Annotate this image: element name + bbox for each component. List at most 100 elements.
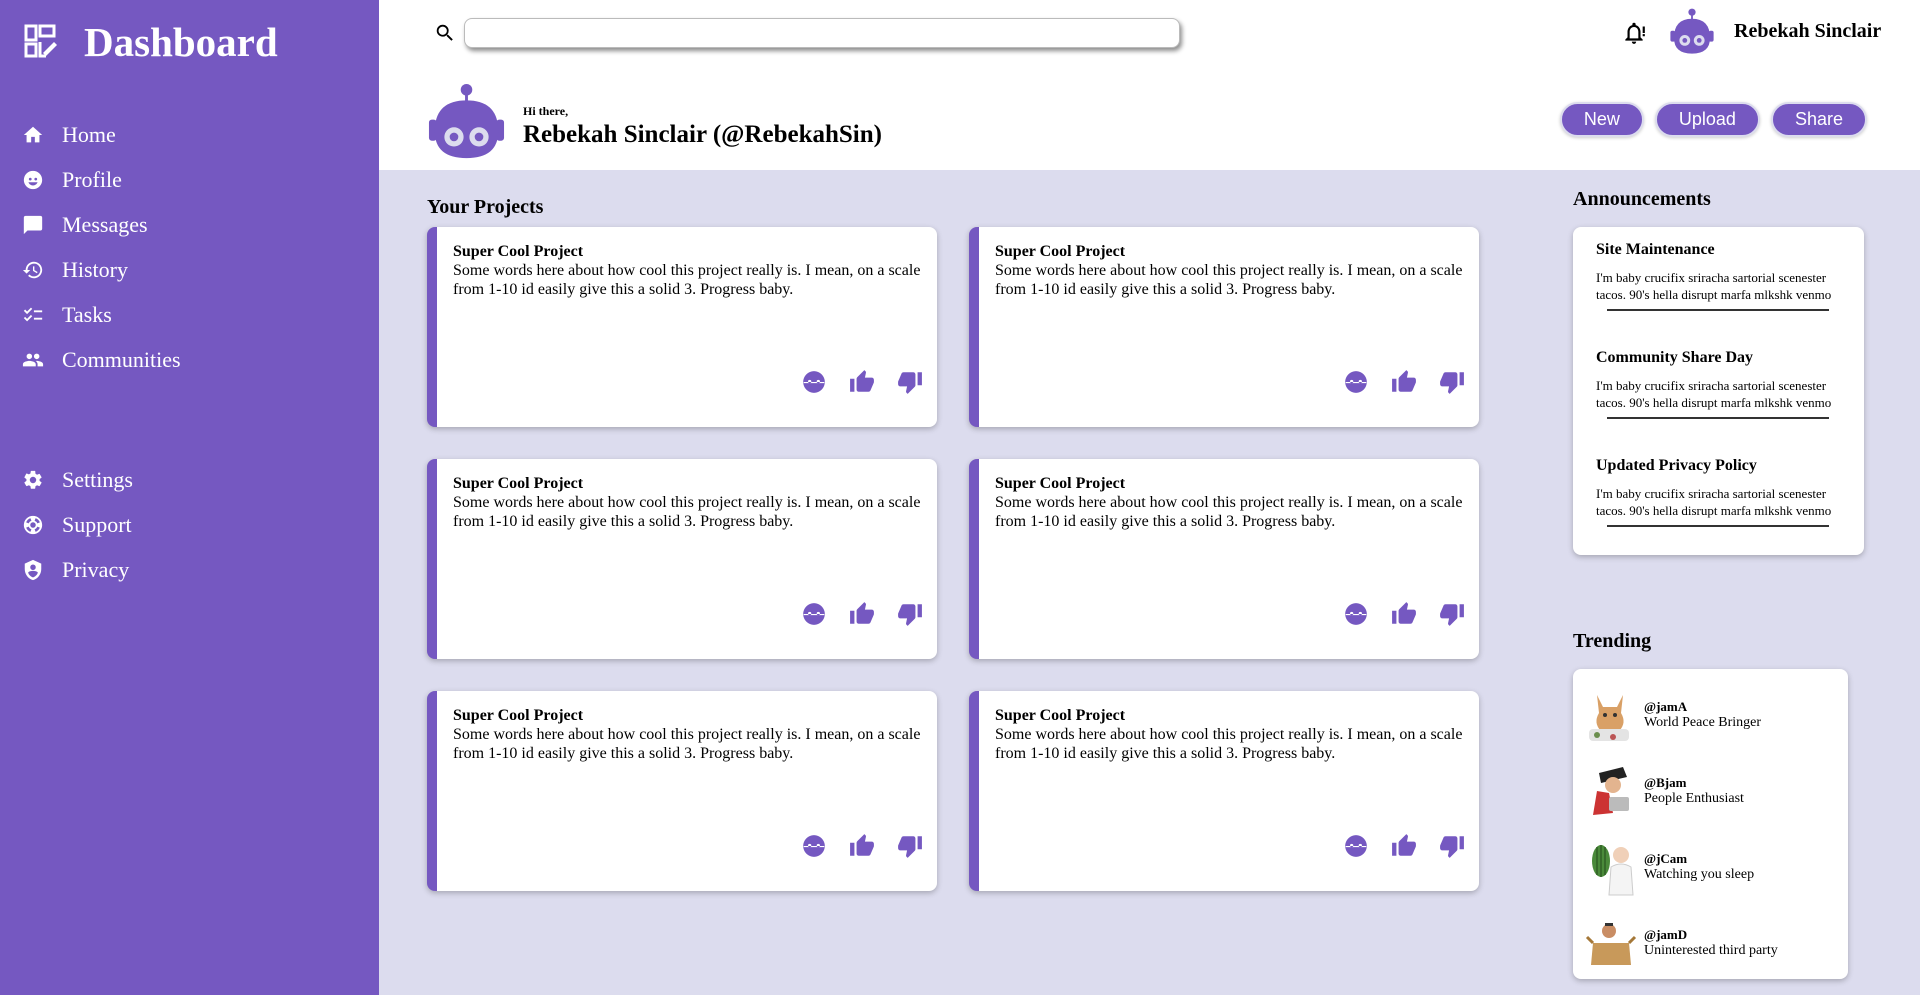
robot-avatar-icon[interactable] (1668, 8, 1716, 56)
new-button[interactable]: New (1559, 102, 1644, 137)
announcement-title: Updated Privacy Policy (1596, 457, 1757, 474)
divider (1607, 309, 1829, 311)
search-icon[interactable] (434, 22, 456, 44)
project-actions (1343, 833, 1465, 859)
thumbs-down-icon[interactable] (1439, 369, 1465, 395)
thumbs-down-icon[interactable] (897, 601, 923, 627)
announcements-panel: Site Maintenance I'm baby crucifix srira… (1573, 227, 1864, 555)
project-actions (801, 369, 923, 395)
nav-item-support[interactable]: Support (22, 502, 133, 547)
history-icon (22, 261, 43, 278)
trending-heading: Trending (1573, 630, 1652, 652)
project-title: Super Cool Project (995, 475, 1126, 492)
nav-item-privacy[interactable]: Privacy (22, 547, 133, 592)
current-user-name[interactable]: Rebekah Sinclair (1734, 20, 1881, 43)
app-title: Dashboard (84, 19, 278, 65)
thumbs-down-icon[interactable] (1439, 833, 1465, 859)
thumbs-down-icon[interactable] (897, 833, 923, 859)
watch-icon[interactable] (801, 601, 827, 627)
announcement-title: Community Share Day (1596, 349, 1754, 366)
project-description: Some words here about how cool this proj… (453, 262, 921, 298)
upload-button[interactable]: Upload (1654, 102, 1760, 137)
nav-item-messages[interactable]: Messages (22, 202, 181, 247)
thumbs-up-icon[interactable] (1391, 369, 1417, 395)
watch-icon[interactable] (801, 369, 827, 395)
watch-icon[interactable] (1343, 833, 1369, 859)
trending-item[interactable]: @Bjam People Enthusiast (1583, 753, 1848, 829)
thumbs-down-icon[interactable] (897, 369, 923, 395)
messages-icon (23, 215, 43, 234)
brand[interactable]: Dashboard (24, 18, 278, 66)
header: Rebekah Sinclair Hi there, Rebekah Sincl… (379, 0, 1920, 170)
nav-item-settings[interactable]: Settings (22, 457, 133, 502)
trending-subtitle: People Enthusiast (1644, 791, 1744, 806)
announcement-text: I'm baby crucifix sriracha sartorial sce… (1596, 378, 1832, 410)
nav-item-tasks[interactable]: Tasks (22, 292, 181, 337)
notification-bell-icon[interactable] (1621, 20, 1647, 46)
tasks-icon (23, 307, 43, 321)
thumbs-up-icon[interactable] (1391, 833, 1417, 859)
project-actions (801, 601, 923, 627)
announcement-item[interactable]: Site Maintenance I'm baby crucifix srira… (1596, 241, 1852, 349)
shield-icon (24, 559, 42, 580)
person-avatar-icon (1592, 845, 1634, 896)
project-title: Super Cool Project (995, 707, 1126, 724)
watch-icon[interactable] (1343, 369, 1369, 395)
watch-icon[interactable] (1343, 601, 1369, 627)
project-card[interactable]: Super Cool Project Some words here about … (969, 227, 1479, 427)
project-description: Some words here about how cool this proj… (453, 726, 921, 762)
greeting-text: Hi there, (523, 104, 569, 118)
person-avatar-icon (1593, 767, 1629, 815)
secondary-nav: Settings Support Privacy (22, 457, 133, 592)
nav-item-communities[interactable]: Communities (22, 337, 181, 382)
project-actions (1343, 601, 1465, 627)
project-card[interactable]: Super Cool Project Some words here about … (427, 691, 937, 891)
trending-item[interactable]: @jamD Uninterested third party (1583, 905, 1848, 981)
nav-item-label: Tasks (62, 301, 112, 327)
dashboard-logo-icon (24, 24, 57, 58)
nav-item-home[interactable]: Home (22, 112, 181, 157)
divider (1607, 525, 1829, 527)
project-card[interactable]: Super Cool Project Some words here about … (969, 691, 1479, 891)
trending-subtitle: World Peace Bringer (1644, 715, 1762, 730)
announcement-item[interactable]: Community Share Day I'm baby crucifix sr… (1596, 349, 1852, 457)
trending-item[interactable]: @jCam Watching you sleep (1583, 829, 1848, 905)
nav-item-history[interactable]: History (22, 247, 181, 292)
thumbs-up-icon[interactable] (849, 369, 875, 395)
nav-item-label: Messages (62, 211, 148, 237)
profile-icon (23, 170, 43, 189)
announcement-text: I'm baby crucifix sriracha sartorial sce… (1596, 270, 1832, 302)
header-actions: New Upload Share (1559, 102, 1867, 137)
thumbs-up-icon[interactable] (849, 833, 875, 859)
project-title: Super Cool Project (995, 243, 1126, 260)
user-display-name: Rebekah Sinclair (@RebekahSin) (523, 121, 882, 148)
project-card[interactable]: Super Cool Project Some words here about … (969, 459, 1479, 659)
project-description: Some words here about how cool this proj… (995, 262, 1463, 298)
announcement-title: Site Maintenance (1596, 241, 1715, 258)
project-card[interactable]: Super Cool Project Some words here about … (427, 227, 937, 427)
trending-item[interactable]: @jamA World Peace Bringer (1583, 677, 1848, 753)
trending-panel: @jamA World Peace Bringer @Bjam People E… (1573, 669, 1848, 979)
project-actions (1343, 369, 1465, 395)
thumbs-up-icon[interactable] (849, 601, 875, 627)
nav-item-profile[interactable]: Profile (22, 157, 181, 202)
sidebar: Dashboard Home Profile Messages History … (0, 0, 379, 995)
trending-handle: @jamA (1644, 699, 1688, 714)
nav-item-label: Communities (62, 346, 181, 372)
projects-heading: Your Projects (427, 196, 544, 218)
search-input[interactable] (464, 18, 1180, 48)
trending-handle: @Bjam (1644, 775, 1687, 790)
trending-subtitle: Uninterested third party (1644, 943, 1778, 958)
nav-item-label: Home (62, 121, 116, 147)
main-nav: Home Profile Messages History Tasks Comm… (22, 112, 181, 382)
share-button[interactable]: Share (1770, 102, 1867, 137)
watch-icon[interactable] (801, 833, 827, 859)
nav-item-label: Settings (62, 466, 133, 492)
project-card[interactable]: Super Cool Project Some words here about … (427, 459, 937, 659)
project-title: Super Cool Project (453, 707, 584, 724)
thumbs-down-icon[interactable] (1439, 601, 1465, 627)
announcement-item[interactable]: Updated Privacy Policy I'm baby crucifix… (1596, 457, 1852, 565)
person-in-box-avatar-icon (1585, 923, 1637, 965)
divider (1607, 417, 1829, 419)
thumbs-up-icon[interactable] (1391, 601, 1417, 627)
